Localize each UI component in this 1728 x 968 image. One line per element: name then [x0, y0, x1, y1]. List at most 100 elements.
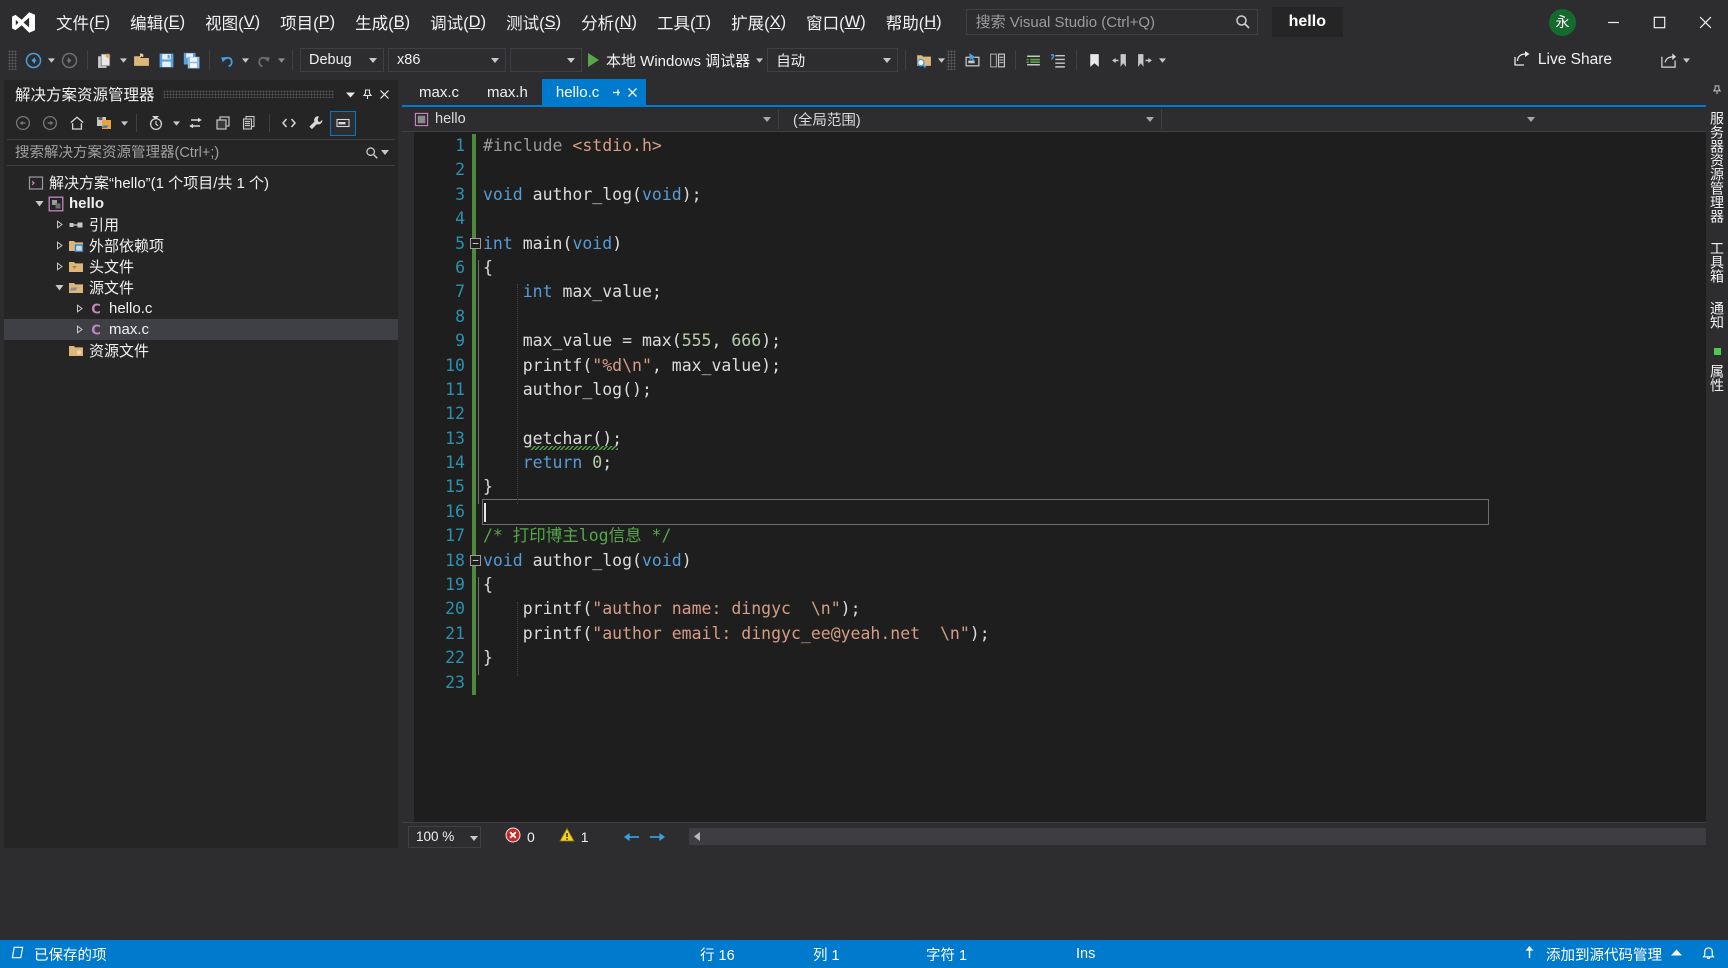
redo-icon[interactable] [251, 47, 276, 73]
tree-item-3[interactable]: 外部依赖项 [4, 235, 398, 256]
chevron-down-icon[interactable] [52, 277, 66, 298]
tree-item-4[interactable]: 头文件 [4, 256, 398, 277]
tree-item-7[interactable]: Cmax.c [4, 319, 398, 340]
bookmark-icon[interactable] [1082, 47, 1107, 73]
hscroll-left-icon[interactable] [689, 828, 706, 845]
zoom-level-combo[interactable]: 100 % [408, 826, 481, 848]
editor-tab-3[interactable]: hello.c [542, 79, 646, 105]
find-in-files-icon[interactable] [911, 47, 936, 73]
uncomment-lines-icon[interactable] [1046, 47, 1071, 73]
code-line[interactable]: void author_log(void)− [483, 549, 1728, 573]
home-icon[interactable] [64, 111, 90, 136]
code-line[interactable] [483, 158, 1728, 182]
code-line[interactable] [483, 402, 1728, 426]
code-line[interactable]: printf("%d\n", max_value); [483, 354, 1728, 378]
source-control-label[interactable]: 添加到源代码管理 [1546, 944, 1662, 965]
warning-count-item[interactable]: 1 [559, 827, 589, 846]
vs-search-input[interactable] [976, 14, 1235, 31]
previous-bookmark-icon[interactable] [1107, 47, 1132, 73]
code-line[interactable]: { [483, 573, 1728, 597]
vs-search-box[interactable] [966, 9, 1258, 35]
code-line[interactable]: author_log(); [483, 378, 1728, 402]
code-line[interactable]: { [483, 256, 1728, 280]
breakpoint-gutter[interactable] [402, 132, 414, 822]
menu-item-2[interactable]: 编辑(E) [120, 0, 195, 44]
avatar[interactable]: 永 [1549, 9, 1576, 36]
menu-item-10[interactable]: 扩展(X) [721, 0, 796, 44]
error-count-item[interactable]: 0 [505, 827, 535, 846]
save-icon[interactable] [154, 47, 179, 73]
show-all-files-icon[interactable] [276, 111, 302, 136]
maximize-icon[interactable] [1636, 0, 1682, 44]
menu-item-8[interactable]: 分析(N) [571, 0, 647, 44]
tree-item-2[interactable]: 引用 [4, 214, 398, 235]
tree-item-1[interactable]: hello [4, 193, 398, 214]
code-line[interactable]: printf("author email: dingyc_ee@yeah.net… [483, 622, 1728, 646]
next-bookmark-icon[interactable] [1132, 47, 1157, 73]
chevron-down-icon[interactable] [880, 58, 894, 63]
send-feedback-icon[interactable] [1656, 47, 1681, 73]
code-line[interactable]: void author_log(void); [483, 183, 1728, 207]
chevron-right-icon[interactable] [72, 319, 86, 340]
solution-tree[interactable]: 解决方案“hello”(1 个项目/共 1 个)hello引用外部依赖项头文件源… [4, 166, 398, 848]
refresh-icon[interactable] [210, 111, 236, 136]
preview-pane-icon[interactable] [330, 111, 356, 136]
right-dock-item-2[interactable]: 工具箱 [1705, 232, 1728, 292]
menu-item-5[interactable]: 生成(B) [345, 0, 420, 44]
collapse-all-icon[interactable] [237, 111, 263, 136]
chevron-right-icon[interactable] [52, 214, 66, 235]
history-icon[interactable] [143, 111, 169, 136]
pending-changes-icon[interactable] [91, 111, 117, 136]
nav-project-combo[interactable]: hello [408, 108, 778, 131]
live-share-button[interactable]: Live Share [1513, 49, 1612, 72]
code-line[interactable]: /* 打印博主log信息 */ [483, 524, 1728, 548]
tree-item-0[interactable]: 解决方案“hello”(1 个项目/共 1 个) [4, 172, 398, 193]
tree-item-5[interactable]: 源文件 [4, 277, 398, 298]
pin-icon[interactable] [359, 83, 376, 105]
right-dock-item-1[interactable]: 服务器资源管理器 [1705, 102, 1728, 232]
right-dock-item-4[interactable]: 属性 [1705, 355, 1728, 401]
pointer-select-icon[interactable] [960, 47, 985, 73]
code-line[interactable]: #include <stdio.h> [483, 134, 1728, 158]
arrow-left-icon[interactable] [619, 825, 645, 849]
dock-pin-icon[interactable] [1712, 82, 1722, 98]
tree-item-8[interactable]: 资源文件 [4, 340, 398, 361]
code-line[interactable]: max_value = max(555, 666); [483, 329, 1728, 353]
code-line[interactable]: printf("author name: dingyc \n"); [483, 597, 1728, 621]
chevron-down-icon[interactable] [32, 193, 46, 214]
feedback-dropdown[interactable] [1681, 48, 1692, 72]
chevron-up-icon[interactable] [1671, 946, 1682, 962]
notification-bell-icon[interactable] [1701, 945, 1716, 964]
new-item-dropdown[interactable] [118, 48, 129, 72]
start-debugging-button[interactable]: 本地 Windows 调试器 [584, 47, 754, 73]
minimize-icon[interactable] [1590, 0, 1636, 44]
comment-lines-icon[interactable] [1021, 47, 1046, 73]
pending-changes-dropdown[interactable] [118, 111, 130, 136]
history-dropdown[interactable] [170, 111, 182, 136]
chevron-down-icon[interactable] [564, 58, 578, 63]
toolbar-grip[interactable] [8, 50, 17, 70]
chevron-down-icon[interactable] [759, 117, 775, 122]
toolbar-grip-2[interactable] [947, 50, 956, 70]
nav-member-combo[interactable] [1162, 108, 1542, 131]
chevron-down-icon[interactable] [1142, 117, 1158, 122]
code-line[interactable] [483, 305, 1728, 329]
menu-item-3[interactable]: 视图(V) [195, 0, 270, 44]
drag-grip[interactable] [163, 90, 334, 98]
chevron-down-icon[interactable] [470, 829, 478, 844]
pin-icon[interactable] [609, 85, 624, 100]
menu-item-12[interactable]: 帮助(H) [876, 0, 952, 44]
code-line[interactable] [483, 671, 1728, 695]
solution-configuration-combo[interactable]: Debug [300, 48, 384, 72]
chevron-right-icon[interactable] [52, 235, 66, 256]
code-line[interactable]: int max_value; [483, 280, 1728, 304]
redo-dropdown[interactable] [276, 48, 287, 72]
search-options-dropdown[interactable] [379, 150, 390, 155]
menu-item-11[interactable]: 窗口(W) [796, 0, 876, 44]
menu-item-1[interactable]: 文件(F) [46, 0, 120, 44]
navigate-back-icon[interactable] [21, 47, 46, 73]
chevron-down-icon[interactable] [366, 58, 380, 63]
editor-tab-1[interactable]: max.c [405, 79, 473, 105]
close-icon[interactable] [376, 83, 393, 105]
solution-explorer-search[interactable] [7, 139, 395, 166]
